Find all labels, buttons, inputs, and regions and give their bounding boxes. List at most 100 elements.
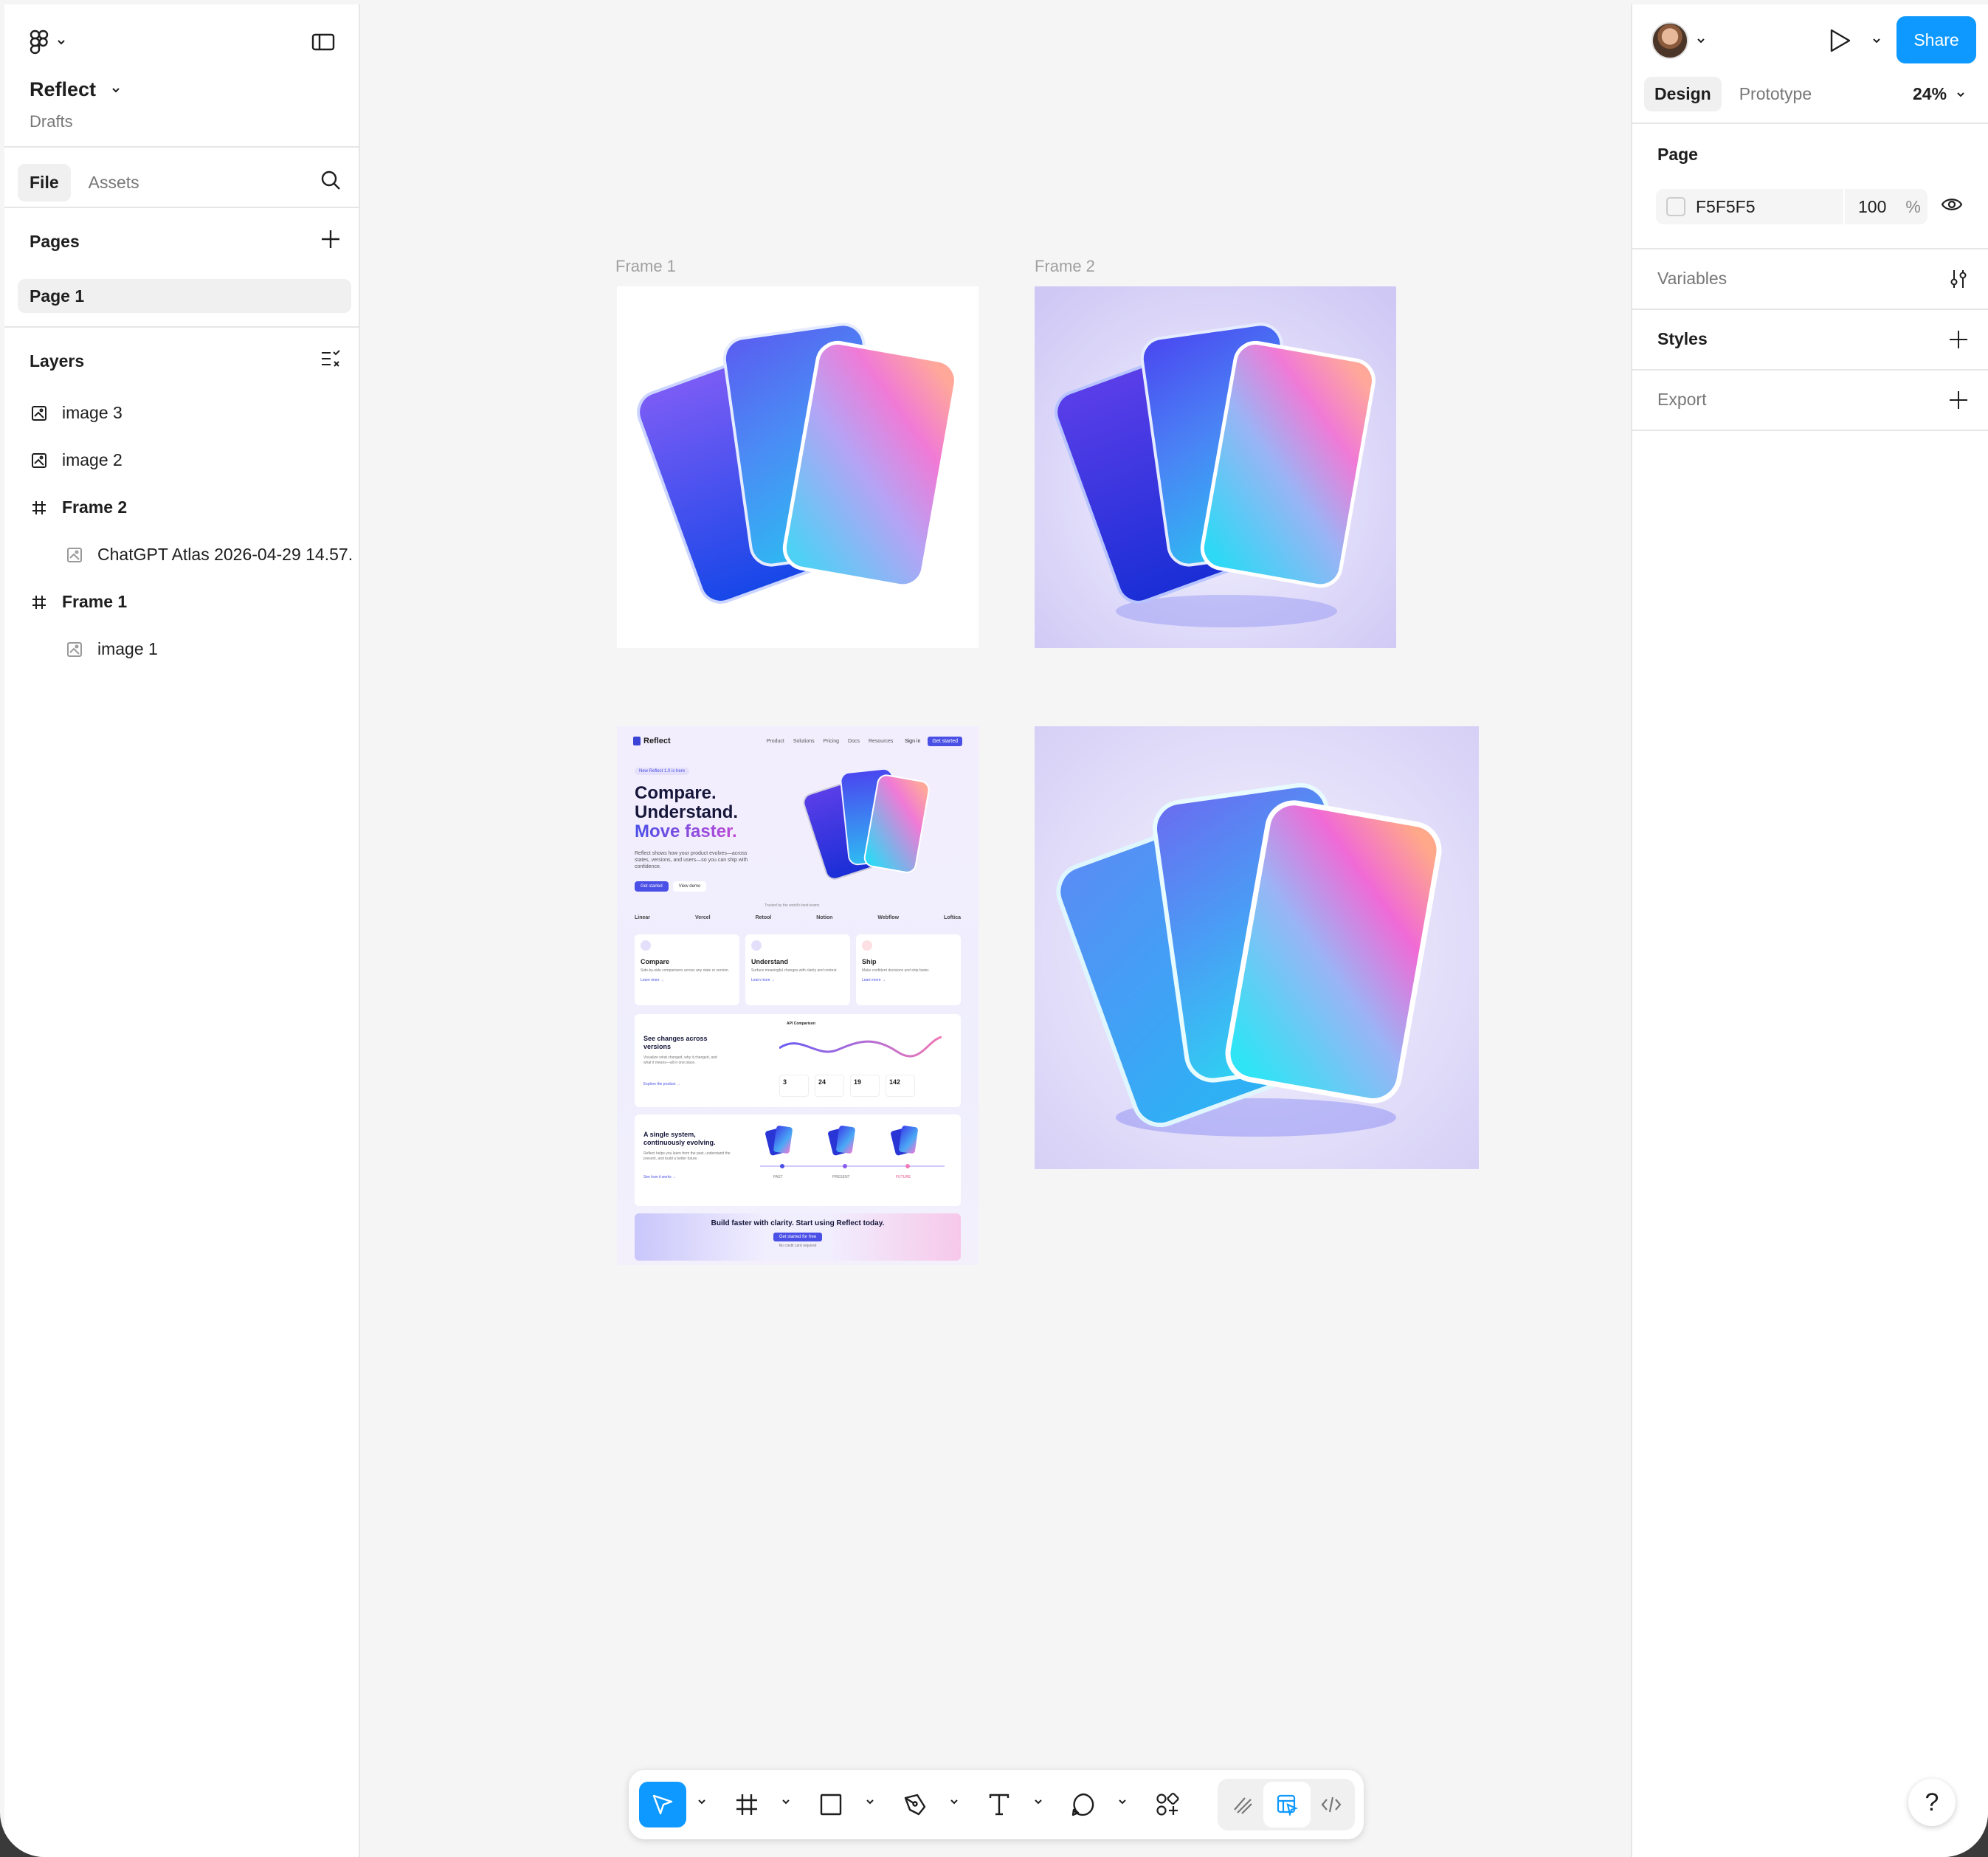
site-get-started: Get started [928,736,962,746]
page-color-field[interactable]: F5F5F5 100 % [1656,189,1927,224]
play-icon [1830,29,1851,52]
frame-2-label[interactable]: Frame 2 [1035,257,1095,276]
actions-tool[interactable] [1144,1782,1191,1827]
frame-tool[interactable] [723,1782,770,1827]
site-nav-link: Docs [848,738,860,744]
share-button[interactable]: Share [1896,16,1976,63]
site-brand-label: Reflect [643,737,671,745]
cta-button: Get started for free [773,1233,823,1241]
page-item-page-1[interactable]: Page 1 [18,279,351,313]
plus-icon[interactable] [1948,390,1969,410]
site-logo: Linear [635,915,651,920]
styles-section: Styles [1657,329,1708,348]
layer-item-image-3[interactable]: image 3 [31,403,122,423]
image-icon [67,547,82,562]
chevron-down-icon [58,40,65,45]
site-hero-cards [803,768,930,880]
tab-prototype[interactable]: Prototype [1729,77,1822,111]
site-feature-card: Understand Surface meaningful changes wi… [745,934,850,1005]
dev-mode-button[interactable] [1308,1782,1355,1827]
layer-item-image-1[interactable]: image 1 [66,639,158,659]
figma-app: Reflect Drafts File Assets Pages Page 1 … [0,0,1988,1857]
site-feature-card: Compare Side-by-side comparisons across … [635,934,739,1005]
dev-mode-icon [1321,1796,1342,1813]
chevron-down-icon[interactable] [697,1798,707,1805]
site-logo-icon [633,737,641,745]
layer-item-image-2[interactable]: image 2 [31,450,122,470]
main-menu-button[interactable] [30,30,66,55]
hero-line: Compare. [635,783,717,803]
chevron-down-icon[interactable] [949,1798,959,1805]
toggle-visibility-button[interactable] [1941,196,1963,216]
variables-section[interactable]: Variables [1657,269,1727,289]
tab-file[interactable]: File [18,164,71,201]
chevron-down-icon[interactable] [1117,1798,1128,1805]
page-opacity-value: 100 [1858,196,1887,216]
pen-tool[interactable] [891,1782,939,1827]
site-hero-desc: Reflect shows how your product evolves—a… [635,851,748,869]
text-tool[interactable] [976,1782,1023,1827]
image-2[interactable]: Reflect Product Solutions Pricing Docs R… [617,726,979,1265]
color-swatch[interactable] [1666,197,1685,216]
avatar[interactable] [1652,22,1688,59]
divider [1632,369,1988,371]
mode-switcher [1218,1779,1355,1830]
site-system-panel: A single system, continuously evolving. … [635,1114,961,1206]
stat-value: 3 [779,1075,809,1097]
chevron-down-icon[interactable] [1696,37,1706,44]
export-section: Export [1657,390,1707,409]
chevron-down-icon[interactable] [1033,1798,1043,1805]
panel-desc: Visualize what changed, why it changed, … [643,1055,717,1065]
design-mode-button[interactable] [1263,1782,1311,1827]
layer-item-frame-2[interactable]: Frame 2 [31,497,127,517]
site-nav-link: Product [766,738,784,744]
layer-label: ChatGPT Atlas 2026-04-29 14.57. [97,545,353,564]
site-brand: Reflect [633,737,671,745]
file-name-button[interactable]: Reflect [30,78,121,101]
frame-1[interactable] [617,286,979,648]
panel-desc: Reflect helps you learn from the past, u… [643,1151,731,1161]
frame-2[interactable] [1035,286,1396,648]
feature-icon [751,940,762,951]
panel-title: See changes across versions [643,1035,708,1050]
stat-value: 142 [886,1075,915,1097]
layer-label: image 1 [97,639,158,658]
move-tool[interactable] [639,1782,686,1827]
layer-item-chatgpt-atlas[interactable]: ChatGPT Atlas 2026-04-29 14.57. [66,545,360,565]
sidebar-toggle-button[interactable] [311,32,335,55]
site-timeline-cards [760,1126,945,1168]
chevron-down-icon[interactable] [781,1798,791,1805]
help-button[interactable]: ? [1908,1779,1956,1826]
file-location[interactable]: Drafts [30,112,73,131]
add-page-button[interactable] [320,229,341,253]
image-icon [67,641,82,657]
frame-1-label[interactable]: Frame 1 [615,257,676,276]
tab-design[interactable]: Design [1644,77,1722,111]
site-secondary-button: View demo [672,881,707,892]
page-opacity-field[interactable]: 100 % [1843,189,1921,224]
search-icon [321,170,340,190]
plus-icon[interactable] [1948,329,1969,350]
timeline-label: FUTURE [896,1175,911,1179]
image-3[interactable] [1035,726,1479,1169]
site-cta-band: Build faster with clarity. Start using R… [635,1213,961,1261]
chevron-down-icon[interactable] [1871,37,1882,44]
variables-sliders-icon[interactable] [1948,269,1969,289]
draw-mode-button[interactable] [1219,1782,1266,1827]
site-hero-title: Compare. Understand. Move faster. [635,784,738,841]
tab-assets[interactable]: Assets [77,164,151,201]
present-button[interactable] [1829,28,1852,57]
image-icon [32,452,46,468]
site-logo: Vercel [694,915,711,920]
design-mode-icon [1277,1794,1298,1816]
page-color-hex[interactable]: F5F5F5 [1696,197,1843,217]
layer-item-frame-1[interactable]: Frame 1 [31,592,127,612]
site-wave-chart [779,1036,942,1058]
zoom-dropdown[interactable]: 24% [1913,84,1966,104]
hero-line: Move faster. [635,821,737,841]
rectangle-tool[interactable] [807,1782,855,1827]
layers-list-button[interactable] [320,350,341,373]
comment-tool[interactable] [1060,1782,1107,1827]
search-button[interactable] [320,170,341,194]
chevron-down-icon[interactable] [865,1798,875,1805]
